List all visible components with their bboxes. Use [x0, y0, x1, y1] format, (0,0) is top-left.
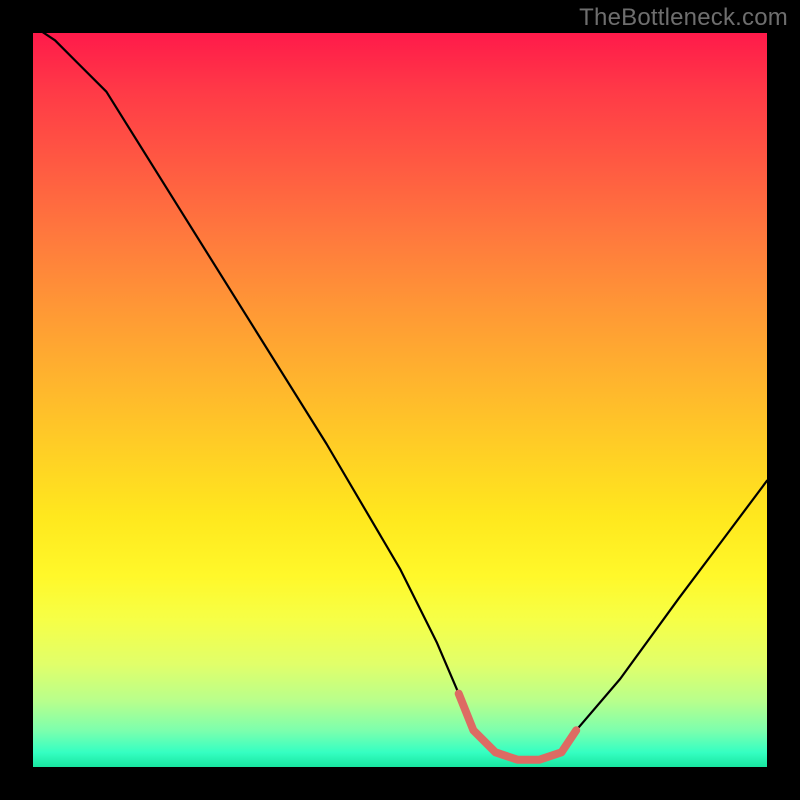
attribution-label: TheBottleneck.com — [579, 4, 788, 32]
highlight-segment-path — [459, 694, 577, 760]
bottleneck-curve-path — [33, 33, 767, 760]
plot-area — [33, 33, 767, 767]
chart-lines — [33, 33, 767, 767]
chart-container: TheBottleneck.com — [0, 0, 800, 800]
